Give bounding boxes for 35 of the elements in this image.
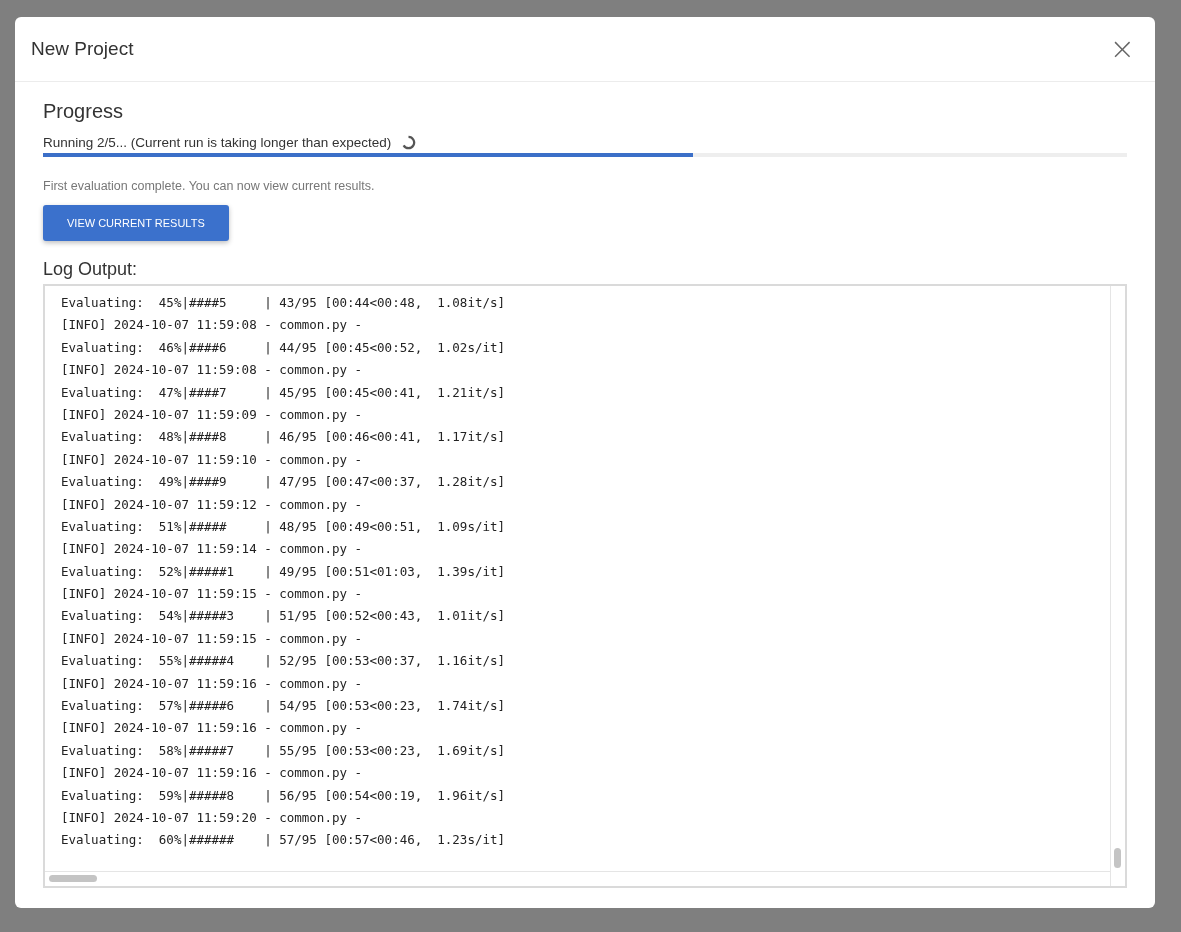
log-line: [INFO] 2024-10-07 11:59:08 - common.py - bbox=[61, 316, 364, 335]
horizontal-scrollbar-thumb[interactable] bbox=[49, 875, 97, 882]
log-line: [INFO] 2024-10-07 11:59:10 - common.py - bbox=[61, 450, 364, 469]
close-button[interactable]: × bbox=[1105, 34, 1139, 64]
log-line: Evaluating: 49%|####9 | 47/95 [00:47<00:37, 1.28it/s] bbox=[61, 473, 506, 492]
log-line: Evaluating: 51%|##### | 48/95 [00:49<00:51, 1.09s/it] bbox=[61, 517, 506, 536]
log-line: [INFO] 2024-10-07 11:59:20 - common.py - bbox=[61, 809, 364, 827]
log-line: Evaluating: 45%|####5 | 43/95 [00:44<00:48, 1.08it/s] bbox=[61, 294, 506, 312]
log-line: Evaluating: 57%|#####6 | 54/95 [00:53<00:23, 1.74it/s] bbox=[61, 697, 506, 716]
log-line: [INFO] 2024-10-07 11:59:14 - common.py - bbox=[61, 540, 364, 559]
log-line: [INFO] 2024-10-07 11:59:16 - common.py - bbox=[61, 674, 364, 693]
log-line: Evaluating: 60%|###### | 57/95 [00:57<00:46, 1.23s/it] bbox=[61, 831, 506, 850]
log-line: Evaluating: 46%|####6 | 44/95 [00:45<00:52, 1.02s/it] bbox=[61, 338, 506, 357]
view-results-button[interactable]: VIEW CURRENT RESULTS bbox=[43, 205, 229, 241]
log-line: [INFO] 2024-10-07 11:59:16 - common.py - bbox=[61, 764, 364, 783]
status-message: First evaluation complete. You can now view current results. bbox=[43, 179, 376, 193]
progress-status: Running 2/5... (Current run is taking longer than expected) bbox=[43, 135, 392, 150]
log-line: Evaluating: 54%|#####3 | 51/95 [00:52<00:43, 1.01it/s] bbox=[61, 607, 506, 626]
spinner-icon bbox=[401, 135, 417, 150]
progress-heading: Progress bbox=[43, 100, 125, 123]
dialog-title: New Project bbox=[31, 38, 134, 60]
vertical-scrollbar-thumb[interactable] bbox=[1114, 848, 1121, 868]
log-heading: Log Output: bbox=[43, 259, 139, 280]
log-line: Evaluating: 47%|####7 | 45/95 [00:45<00:41, 1.21it/s] bbox=[61, 383, 506, 402]
log-line: [INFO] 2024-10-07 11:59:08 - common.py - bbox=[61, 361, 364, 380]
log-line: Evaluating: 48%|####8 | 46/95 [00:46<00:41, 1.17it/s] bbox=[61, 428, 506, 447]
log-line: [INFO] 2024-10-07 11:59:16 - common.py - bbox=[61, 719, 364, 738]
log-line: [INFO] 2024-10-07 11:59:12 - common.py - bbox=[61, 495, 364, 514]
log-line: [INFO] 2024-10-07 11:59:15 - common.py - bbox=[61, 629, 364, 648]
log-line: [INFO] 2024-10-07 11:59:15 - common.py - bbox=[61, 585, 364, 604]
log-line: Evaluating: 58%|#####7 | 55/95 [00:53<00:23, 1.69it/s] bbox=[61, 741, 506, 760]
log-line: Evaluating: 52%|#####1 | 49/95 [00:51<01:03, 1.39s/it] bbox=[61, 562, 506, 581]
log-line: [INFO] 2024-10-07 11:59:09 - common.py - bbox=[61, 405, 364, 424]
log-line: Evaluating: 55%|#####4 | 52/95 [00:53<00:37, 1.16it/s] bbox=[61, 652, 506, 671]
log-line: Evaluating: 59%|#####8 | 56/95 [00:54<00:19, 1.96it/s] bbox=[61, 786, 506, 805]
